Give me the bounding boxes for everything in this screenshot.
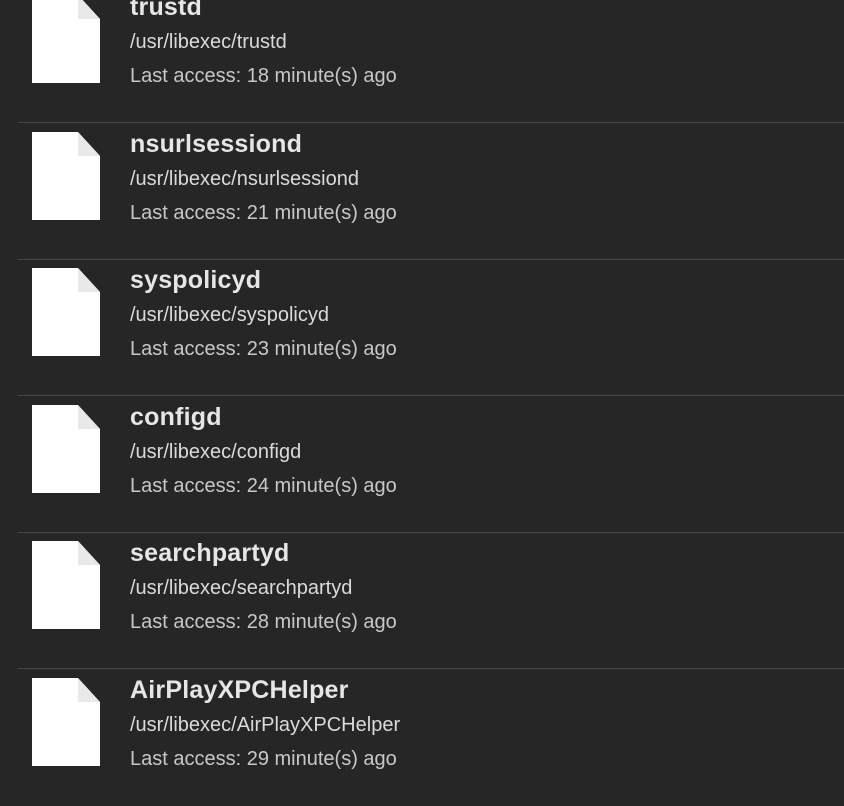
document-icon <box>32 405 100 493</box>
item-name: trustd <box>130 0 203 21</box>
divider <box>18 668 844 669</box>
document-icon <box>32 678 100 766</box>
item-name: searchpartyd <box>130 539 290 567</box>
item-name: nsurlsessiond <box>130 130 303 158</box>
item-path: /usr/libexec/syspolicyd <box>130 304 329 326</box>
list-item[interactable]: searchpartyd /usr/libexec/searchpartyd L… <box>18 533 844 669</box>
list-item[interactable]: AirPlayXPCHelper /usr/libexec/AirPlayXPC… <box>18 670 844 806</box>
list-item[interactable]: trustd /usr/libexec/trustd Last access: … <box>18 0 844 123</box>
document-icon <box>32 0 100 83</box>
list-item[interactable]: nsurlsessiond /usr/libexec/nsurlsessiond… <box>18 124 844 260</box>
item-last-access: Last access: 24 minute(s) ago <box>130 475 397 497</box>
item-last-access: Last access: 23 minute(s) ago <box>130 338 397 360</box>
divider <box>18 395 844 396</box>
item-last-access: Last access: 28 minute(s) ago <box>130 611 397 633</box>
item-path: /usr/libexec/trustd <box>130 31 287 53</box>
item-path: /usr/libexec/AirPlayXPCHelper <box>130 714 401 736</box>
item-last-access: Last access: 18 minute(s) ago <box>130 65 397 87</box>
item-name: AirPlayXPCHelper <box>130 676 349 704</box>
document-icon <box>32 541 100 629</box>
document-icon <box>32 268 100 356</box>
item-last-access: Last access: 21 minute(s) ago <box>130 202 397 224</box>
item-name: configd <box>130 403 222 431</box>
process-list: trustd /usr/libexec/trustd Last access: … <box>0 0 844 798</box>
item-path: /usr/libexec/configd <box>130 441 302 463</box>
item-name: syspolicyd <box>130 266 262 294</box>
list-item[interactable]: syspolicyd /usr/libexec/syspolicyd Last … <box>18 260 844 396</box>
item-path: /usr/libexec/searchpartyd <box>130 577 353 599</box>
item-last-access: Last access: 29 minute(s) ago <box>130 748 397 770</box>
document-icon <box>32 132 100 220</box>
list-item[interactable]: configd /usr/libexec/configd Last access… <box>18 397 844 533</box>
item-path: /usr/libexec/nsurlsessiond <box>130 168 359 190</box>
divider <box>18 122 844 123</box>
